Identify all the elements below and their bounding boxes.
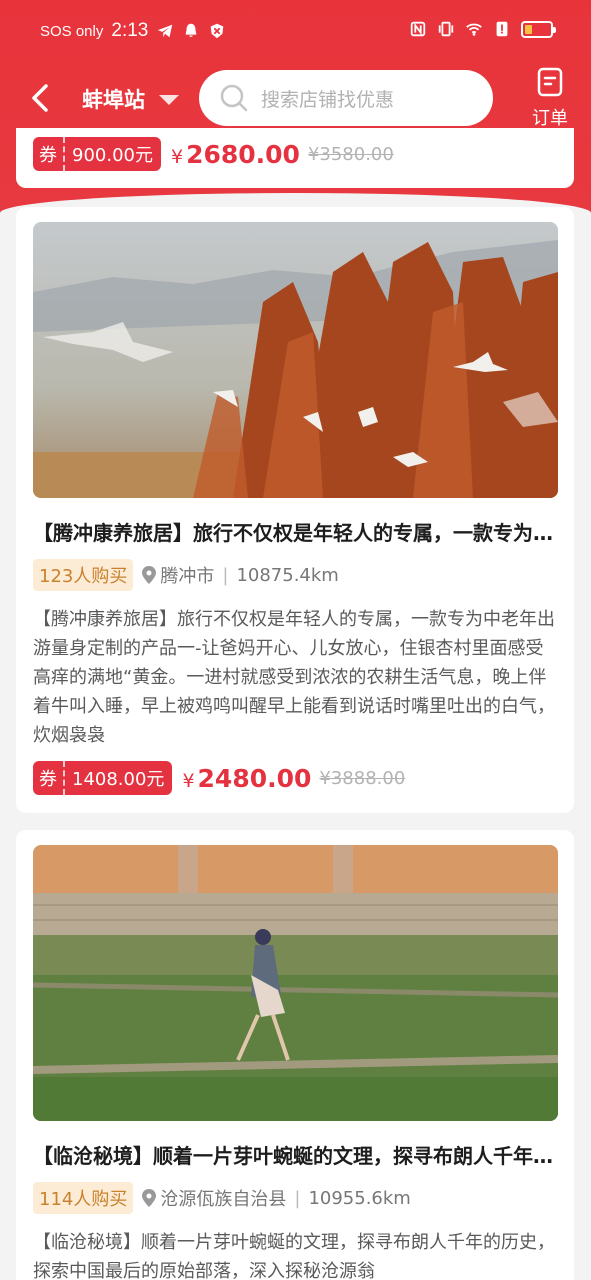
product-description: 【腾冲康养旅居】旅行不仅权是年轻人的专属，一款专为中老年出游量身定制的产品一-让… — [33, 609, 555, 746]
distance-text: 10875.4km — [236, 564, 339, 586]
bell-icon — [185, 23, 197, 37]
meta-divider: | — [222, 564, 229, 586]
coupon-badge: 券 900.00元 — [33, 137, 161, 171]
product-card-partial[interactable]: 券 900.00元 ¥2680.00 ¥3580.00 — [16, 128, 574, 188]
search-input[interactable]: 搜索店铺找优惠 — [199, 70, 493, 126]
product-title[interactable]: 【腾冲康养旅居】旅行不仅权是年轻人的专属，一款专为中老年出游量身定制的产品 — [33, 517, 558, 546]
station-selector[interactable]: 蚌埠站 — [82, 84, 179, 114]
order-button[interactable]: 订单 — [527, 66, 573, 130]
product-card[interactable]: 【腾冲康养旅居】旅行不仅权是年轻人的专属，一款专为中老年出游量身定制的产品 12… — [16, 207, 574, 813]
alert-icon — [496, 21, 508, 37]
product-meta: 114人购买 沧源佤族自治县 | 10955.6km — [33, 1182, 411, 1214]
location-text: 腾冲市 — [160, 566, 215, 587]
nfc-icon — [410, 21, 426, 37]
product-image[interactable] — [33, 845, 558, 1121]
caret-down-icon — [159, 95, 179, 105]
location-pin-icon — [142, 566, 157, 584]
product-meta: 123人购买 腾冲市 | 10875.4km — [33, 559, 339, 591]
telegram-icon — [158, 24, 173, 38]
app-header: 蚌埠站 搜索店铺找优惠 订单 — [0, 66, 591, 132]
back-arrow-icon[interactable] — [24, 78, 60, 118]
location-pin-icon — [142, 1189, 157, 1207]
order-label: 订单 — [532, 108, 568, 129]
price-row: 券 1408.00元 ¥2480.00 ¥3888.00 — [33, 761, 405, 795]
sale-price: ¥2480.00 — [182, 763, 312, 793]
carrier-text: SOS only — [40, 22, 104, 40]
wifi-icon — [466, 23, 482, 36]
price-row: 券 900.00元 ¥2680.00 ¥3580.00 — [33, 137, 394, 171]
vibrate-icon — [438, 21, 454, 37]
station-name: 蚌埠站 — [82, 88, 145, 112]
meta-divider: | — [294, 1187, 301, 1209]
distance-text: 10955.6km — [308, 1187, 411, 1209]
buyers-badge: 114人购买 — [33, 1182, 134, 1214]
product-image[interactable] — [33, 222, 558, 498]
buyers-badge: 123人购买 — [33, 559, 134, 591]
product-card[interactable]: 【临沧秘境】顺着一片芽叶蜿蜒的文理，探寻布朗人千年的历史 114人购买 沧源佤族… — [16, 830, 574, 1280]
status-bar: SOS only 2:13 — [0, 0, 591, 66]
coupon-badge: 券 1408.00元 — [33, 761, 173, 795]
battery-icon — [521, 20, 556, 38]
shield-x-icon — [211, 23, 224, 39]
search-placeholder: 搜索店铺找优惠 — [261, 88, 395, 111]
order-icon — [537, 67, 563, 97]
product-description: 【临沧秘境】顺着一片芽叶蜿蜒的文理，探寻布朗人千年的历史，探索中国最后的原始部落… — [33, 1232, 555, 1280]
location-text: 沧源佤族自治县 — [160, 1189, 287, 1210]
original-price: ¥3888.00 — [319, 767, 406, 789]
sale-price: ¥2680.00 — [170, 139, 300, 169]
search-icon — [220, 84, 248, 112]
original-price: ¥3580.00 — [307, 143, 394, 165]
product-title[interactable]: 【临沧秘境】顺着一片芽叶蜿蜒的文理，探寻布朗人千年的历史 — [33, 1140, 558, 1169]
clock: 2:13 — [111, 20, 149, 41]
